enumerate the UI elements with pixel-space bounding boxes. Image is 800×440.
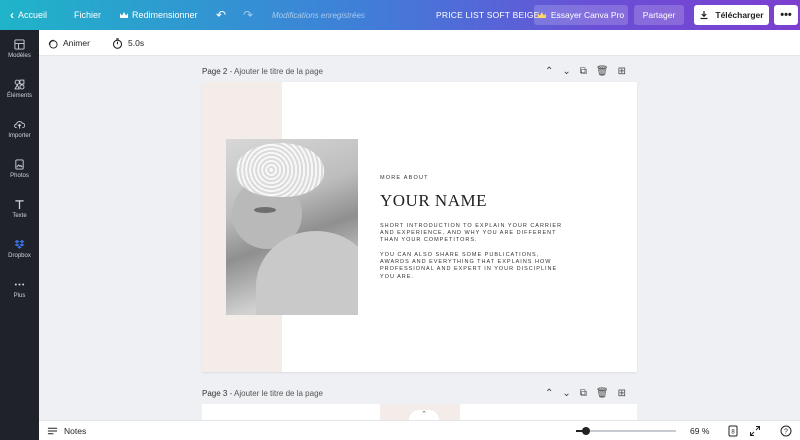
redo-icon: ↷ (243, 8, 254, 22)
save-status: Modifications enregistrées (272, 10, 365, 20)
crown-icon (120, 12, 128, 18)
move-down-icon[interactable]: ⌄ (562, 66, 570, 77)
zoom-slider[interactable] (576, 427, 676, 435)
move-down-icon[interactable]: ⌄ (562, 388, 570, 399)
page-title-placeholder[interactable]: - Ajouter le titre de la page (227, 67, 323, 76)
text-icon (15, 200, 24, 210)
page-3-tools: ⌃ ⌄ ⧉ 🗑 ⊞ (545, 388, 626, 399)
download-button[interactable]: Télécharger (694, 5, 769, 25)
chevron-left-icon: ‹ (10, 8, 14, 22)
upload-icon (14, 121, 25, 129)
sidebar-item-upload[interactable]: Importer (0, 119, 39, 139)
sidebar-item-label: Dropbox (8, 253, 31, 259)
photos-icon (15, 159, 24, 170)
sidebar-item-label: Texte (12, 213, 27, 219)
sidebar-item-label: Modèles (8, 53, 31, 59)
duplicate-icon[interactable]: ⧉ (580, 66, 587, 77)
download-label: Télécharger (715, 10, 764, 20)
more-icon (14, 283, 25, 286)
page-count: 8 (731, 430, 735, 436)
page-2-header[interactable]: Page 2 - Ajouter le titre de la page (202, 67, 323, 76)
left-sidebar: Modèles Éléments Importer Photos Texte D… (0, 30, 39, 440)
file-menu-button[interactable]: Fichier (74, 0, 101, 30)
delete-icon[interactable]: 🗑 (596, 66, 609, 77)
sidebar-item-templates[interactable]: Modèles (0, 39, 39, 59)
svg-text:?: ? (784, 429, 788, 436)
document-title[interactable]: PRICE LIST SOFT BEIGE (436, 0, 540, 30)
share-button[interactable]: Partager (634, 5, 684, 25)
notes-expand-handle[interactable]: ⌃ (409, 410, 439, 420)
templates-icon (14, 39, 25, 50)
sidebar-item-photos[interactable]: Photos (0, 159, 39, 179)
home-label: Accueil (18, 10, 48, 20)
home-back-button[interactable]: ‹ Accueil (10, 0, 47, 30)
sidebar-item-label: Éléments (6, 93, 32, 99)
undo-button[interactable]: ↶ (216, 0, 226, 30)
timer-icon (112, 37, 123, 49)
intro-paragraph[interactable]: SHORT INTRODUCTION TO EXPLAIN YOUR CARRI… (380, 223, 570, 245)
duration-value: 5.0s (128, 38, 145, 48)
help-icon[interactable]: ? (780, 425, 792, 437)
animate-button[interactable]: Animer (47, 30, 90, 56)
sidebar-item-elements[interactable]: Éléments (0, 79, 39, 99)
animate-icon (48, 39, 58, 49)
more-options-button[interactable]: ••• (774, 5, 798, 25)
sidebar-item-label: Plus (13, 293, 26, 299)
top-bar: ‹ Accueil Fichier Redimensionner ↶ ↷ Mod… (0, 0, 800, 30)
page-3-header[interactable]: Page 3 - Ajouter le titre de la page (202, 389, 323, 398)
try-canva-pro-button[interactable]: Essayer Canva Pro (534, 5, 628, 25)
zoom-value[interactable]: 69 % (690, 421, 709, 440)
animate-label: Animer (63, 38, 90, 48)
delete-icon[interactable]: 🗑 (596, 388, 609, 399)
resize-button[interactable]: Redimensionner (120, 0, 198, 30)
notes-icon (47, 427, 58, 435)
notes-label: Notes (64, 426, 87, 436)
download-icon (700, 11, 708, 20)
heading-text[interactable]: YOUR NAME (380, 191, 487, 211)
sidebar-item-label: Photos (10, 173, 29, 179)
duplicate-icon[interactable]: ⧉ (580, 388, 587, 399)
move-up-icon[interactable]: ⌃ (545, 66, 553, 77)
page-number: Page 2 (202, 67, 228, 76)
sidebar-item-text[interactable]: Texte (0, 199, 39, 219)
fullscreen-icon[interactable] (749, 425, 761, 437)
try-pro-label: Essayer Canva Pro (550, 10, 625, 20)
dropbox-icon (14, 239, 25, 249)
sidebar-item-label: Importer (8, 133, 31, 139)
add-page-icon[interactable]: ⊞ (618, 66, 626, 77)
chevron-up-icon: ⌃ (421, 411, 427, 418)
bottom-bar: Notes 69 % 8 ? (39, 420, 800, 440)
crown-icon (537, 12, 546, 18)
page-number: Page 3 (202, 389, 228, 398)
duration-button[interactable]: 5.0s (112, 30, 144, 56)
portrait-photo[interactable] (226, 139, 358, 315)
zoom-slider-handle[interactable] (582, 427, 590, 435)
sidebar-item-dropbox[interactable]: Dropbox (0, 239, 39, 259)
page-count-icon[interactable]: 8 (727, 425, 739, 437)
page-title-placeholder[interactable]: - Ajouter le titre de la page (227, 389, 323, 398)
page-2-tools: ⌃ ⌄ ⧉ 🗑 ⊞ (545, 66, 626, 77)
sidebar-item-more[interactable]: Plus (0, 279, 39, 299)
resize-label: Redimensionner (132, 10, 198, 20)
notes-button[interactable]: Notes (47, 421, 86, 440)
editor-toolbar: Animer 5.0s (39, 30, 800, 56)
undo-icon: ↶ (216, 8, 227, 22)
publications-paragraph[interactable]: YOU CAN ALSO SHARE SOME PUBLICATIONS, AW… (380, 252, 570, 281)
elements-icon (14, 79, 25, 90)
kicker-text[interactable]: MORE ABOUT (380, 175, 429, 181)
add-page-icon[interactable]: ⊞ (618, 388, 626, 399)
redo-button[interactable]: ↷ (243, 0, 253, 30)
page-2-canvas[interactable]: MORE ABOUT YOUR NAME SHORT INTRODUCTION … (202, 82, 637, 372)
move-up-icon[interactable]: ⌃ (545, 388, 553, 399)
file-menu-label: Fichier (74, 10, 102, 20)
